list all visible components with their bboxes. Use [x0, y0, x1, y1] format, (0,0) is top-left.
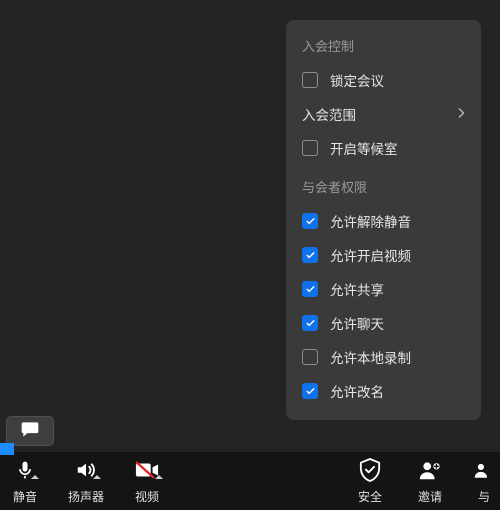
checkbox-checked-icon — [302, 281, 318, 297]
chat-bubble-icon — [20, 419, 40, 444]
participants-button-cut[interactable]: 与 — [460, 452, 500, 510]
menu-item-label: 允许解除静音 — [330, 211, 411, 231]
checkbox-checked-icon — [302, 247, 318, 263]
speaker-caret[interactable] — [91, 471, 103, 483]
participants-icon — [474, 459, 494, 486]
checkbox-checked-icon — [302, 213, 318, 229]
chevron-right-icon — [457, 107, 465, 121]
menu-item-label: 允许本地录制 — [330, 347, 411, 367]
invite-user-icon — [418, 459, 442, 486]
menu-item-allow-local-record[interactable]: 允许本地录制 — [286, 340, 481, 374]
menu-item-allow-share[interactable]: 允许共享 — [286, 272, 481, 306]
menu-item-label: 入会范围 — [302, 104, 356, 124]
menu-item-label: 锁定会议 — [330, 70, 384, 90]
checkbox-checked-icon — [302, 315, 318, 331]
menu-item-admission-scope[interactable]: 入会范围 — [286, 97, 481, 131]
menu-item-allow-unmute[interactable]: 允许解除静音 — [286, 204, 481, 238]
menu-item-allow-chat[interactable]: 允许聊天 — [286, 306, 481, 340]
menu-item-label: 允许共享 — [330, 279, 384, 299]
video-caret[interactable] — [153, 471, 165, 483]
toolbar-label: 邀请 — [418, 488, 442, 505]
security-menu: 入会控制 锁定会议 入会范围 开启等候室 与会者权限 允许解除静音 允许开启视频 — [286, 20, 481, 420]
menu-item-label: 允许开启视频 — [330, 245, 411, 265]
mute-caret[interactable] — [29, 471, 41, 483]
security-button[interactable]: 安全 — [340, 452, 400, 510]
toolbar-label: 扬声器 — [68, 488, 104, 505]
video-button[interactable]: 视频 — [122, 452, 182, 510]
menu-item-allow-rename[interactable]: 允许改名 — [286, 374, 481, 408]
menu-item-waiting-room[interactable]: 开启等候室 — [286, 131, 481, 165]
section-participant-permissions: 与会者权限 — [286, 171, 481, 204]
menu-item-label: 开启等候室 — [330, 138, 398, 158]
speaker-button[interactable]: 扬声器 — [60, 452, 122, 510]
meeting-toolbar: 静音 扬声器 视频 安全 — [0, 452, 500, 510]
toolbar-label: 静音 — [13, 488, 37, 505]
menu-item-label: 允许聊天 — [330, 313, 384, 333]
checkbox-checked-icon — [302, 383, 318, 399]
menu-item-label: 允许改名 — [330, 381, 384, 401]
checkbox-icon — [302, 349, 318, 365]
toolbar-label: 安全 — [358, 488, 382, 505]
invite-button[interactable]: 邀请 — [400, 452, 460, 510]
menu-item-lock-meeting[interactable]: 锁定会议 — [286, 63, 481, 97]
menu-item-allow-video[interactable]: 允许开启视频 — [286, 238, 481, 272]
section-admission-control: 入会控制 — [286, 30, 481, 63]
mute-button[interactable]: 静音 — [0, 452, 60, 510]
shield-icon — [359, 458, 381, 487]
chat-button[interactable] — [6, 416, 54, 446]
checkbox-icon — [302, 140, 318, 156]
window-corner-highlight — [0, 443, 14, 455]
toolbar-spacer — [182, 452, 340, 510]
toolbar-label: 与 — [478, 488, 490, 505]
toolbar-label: 视频 — [135, 488, 159, 505]
checkbox-icon — [302, 72, 318, 88]
